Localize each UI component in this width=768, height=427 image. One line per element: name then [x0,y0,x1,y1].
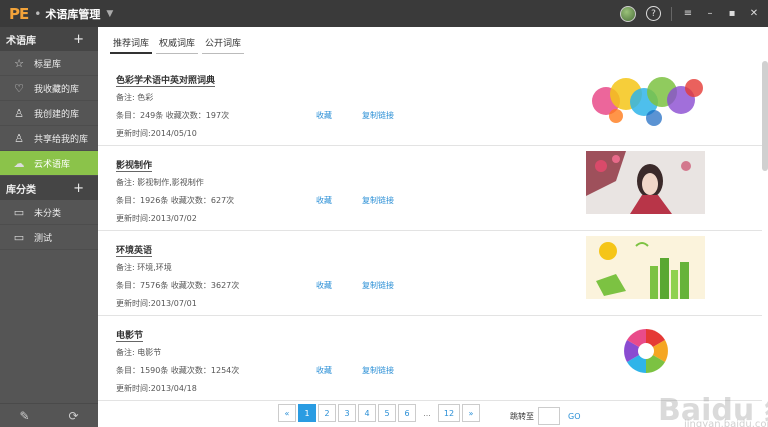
chevron-down-icon[interactable]: ▼ [106,9,113,19]
termbase-note: 备注: 色彩 [116,93,154,102]
page-button-3[interactable]: 3 [338,404,356,422]
page-button-2[interactable]: 2 [318,404,336,422]
window-controls: ? ≡ – ▪ ✕ [620,0,760,27]
termbase-stats: 条目：7576条 收藏次数：3627次 [116,281,240,290]
watermark-url: jingyan.baidu.com [684,419,768,427]
update-time: 更新时间:2013/07/01 [116,299,197,308]
menu-icon[interactable]: ≡ [682,8,694,19]
cloud-icon: ☁ [13,156,25,170]
folder-icon: ▭ [13,230,25,244]
jump-page-input[interactable] [538,407,560,425]
title-separator: • [34,6,42,21]
user-avatar[interactable] [620,5,636,22]
prev-page-button[interactable]: « [278,404,296,422]
app-title: 术语库管理 [45,7,101,21]
update-time: 更新时间:2013/07/02 [116,214,197,223]
tab-recommended[interactable]: 推荐词库 [110,36,153,54]
sidebar-item-label: 标星库 [34,59,62,70]
page-button-last[interactable]: 12 [438,404,460,422]
copy-link[interactable]: 复制链接 [362,110,394,121]
sidebar-item-favorites[interactable]: ♡ 我收藏的库 [0,76,98,101]
thumbnail-image [586,321,705,384]
jump-label: 跳转至 [510,411,534,421]
scrollbar[interactable] [762,61,768,171]
page-button-6[interactable]: 6 [398,404,416,422]
help-icon[interactable]: ? [646,6,661,21]
termbase-title[interactable]: 影视制作 [116,158,153,172]
sidebar-item-test[interactable]: ▭ 测试 [0,225,98,250]
edit-icon[interactable]: ✎ [19,409,29,423]
main-content: 推荐词库 权威词库 公开词库 色彩学术语中英对照词典 备注: 色彩 条目：249… [98,27,768,427]
page-button-1[interactable]: 1 [298,404,316,422]
termbase-title[interactable]: 色彩学术语中英对照词典 [116,73,216,87]
list-item: 色彩学术语中英对照词典 备注: 色彩 条目：249条 收藏次数：197次 收藏 … [98,61,762,146]
sidebar-item-label: 云术语库 [34,159,71,170]
maximize-icon[interactable]: ▪ [726,8,738,19]
termbase-title[interactable]: 电影节 [116,328,144,342]
app-logo: PE [9,4,29,23]
sidebar-item-created[interactable]: ♙ 我创建的库 [0,101,98,126]
termbase-note: 备注: 环境,环境 [116,263,172,272]
tab-bar: 推荐词库 权威词库 公开词库 [110,36,245,54]
pagination: « 1 2 3 4 5 6 ... 12 » [278,404,480,422]
copy-link[interactable]: 复制链接 [362,280,394,291]
sidebar-item-label: 共享给我的库 [34,134,89,145]
sidebar-item-label: 我创建的库 [34,109,80,120]
minimize-icon[interactable]: – [704,8,716,19]
close-icon[interactable]: ✕ [748,8,760,19]
go-button[interactable]: GO [568,412,581,421]
sidebar-section-title: 术语库 [6,35,36,47]
page-ellipsis: ... [418,404,436,422]
sidebar-item-uncategorized[interactable]: ▭ 未分类 [0,200,98,225]
page-jump: 跳转至 GO [510,407,581,425]
next-page-button[interactable]: » [462,404,480,422]
tab-public[interactable]: 公开词库 [202,36,245,54]
heart-icon: ♡ [14,81,24,95]
thumbnail-image [586,66,705,129]
sidebar-item-starred[interactable]: ☆ 标星库 [0,51,98,76]
user-icon: ♙ [14,106,24,120]
sidebar-item-cloud[interactable]: ☁ 云术语库 [0,151,98,176]
termbase-title[interactable]: 环境英语 [116,243,153,257]
page-button-4[interactable]: 4 [358,404,376,422]
star-icon: ☆ [14,56,24,70]
favorite-link[interactable]: 收藏 [316,195,332,206]
add-termbase-button[interactable]: + [73,32,84,47]
copy-link[interactable]: 复制链接 [362,195,394,206]
termbase-stats: 条目：1926条 收藏次数：627次 [116,196,235,205]
page-button-5[interactable]: 5 [378,404,396,422]
favorite-link[interactable]: 收藏 [316,365,332,376]
tab-authoritative[interactable]: 权威词库 [156,36,199,54]
update-time: 更新时间:2014/05/10 [116,129,197,138]
thumbnail-image [586,236,705,299]
folder-icon: ▭ [13,205,25,219]
termbase-list: 色彩学术语中英对照词典 备注: 色彩 条目：249条 收藏次数：197次 收藏 … [98,61,762,401]
sidebar-section-title: 库分类 [6,184,36,196]
list-item: 环境英语 备注: 环境,环境 条目：7576条 收藏次数：3627次 收藏 复制… [98,231,762,316]
title-bar: PE • 术语库管理 ▼ ? ≡ – ▪ ✕ [0,0,768,27]
sidebar-footer: ✎ ⟳ [0,403,98,427]
favorite-link[interactable]: 收藏 [316,280,332,291]
sidebar-item-label: 未分类 [34,208,62,219]
update-time: 更新时间:2013/04/18 [116,384,197,393]
sidebar: 术语库 + ☆ 标星库 ♡ 我收藏的库 ♙ 我创建的库 ♙ 共享给我的库 ☁ 云… [0,27,98,427]
sidebar-section-category: 库分类 + [0,176,98,200]
divider [671,6,672,21]
termbase-stats: 条目：1590条 收藏次数：1254次 [116,366,240,375]
refresh-icon[interactable]: ⟳ [68,409,78,423]
list-item: 影视制作 备注: 影视制作,影视制作 条目：1926条 收藏次数：627次 收藏… [98,146,762,231]
favorite-link[interactable]: 收藏 [316,110,332,121]
sidebar-item-label: 我收藏的库 [34,84,80,95]
share-user-icon: ♙ [14,131,24,145]
termbase-note: 备注: 影视制作,影视制作 [116,178,204,187]
sidebar-section-termbase: 术语库 + [0,27,98,51]
sidebar-item-shared[interactable]: ♙ 共享给我的库 [0,126,98,151]
copy-link[interactable]: 复制链接 [362,365,394,376]
termbase-stats: 条目：249条 收藏次数：197次 [116,111,230,120]
add-category-button[interactable]: + [73,181,84,196]
sidebar-item-label: 测试 [34,233,53,244]
termbase-note: 备注: 电影节 [116,348,162,357]
thumbnail-image [586,151,705,214]
